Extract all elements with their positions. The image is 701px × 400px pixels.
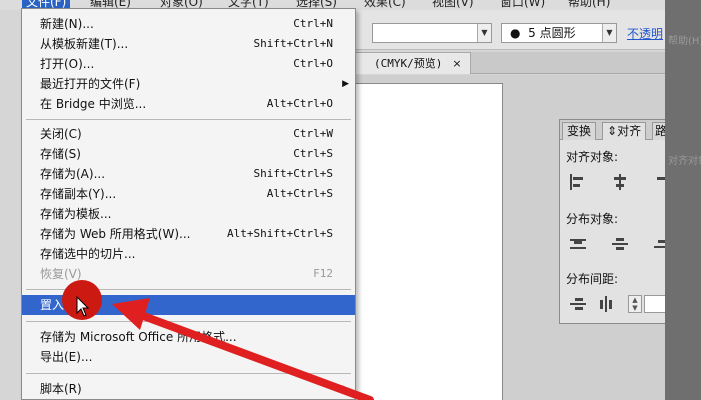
annotation-arrow-icon: [112, 298, 374, 400]
